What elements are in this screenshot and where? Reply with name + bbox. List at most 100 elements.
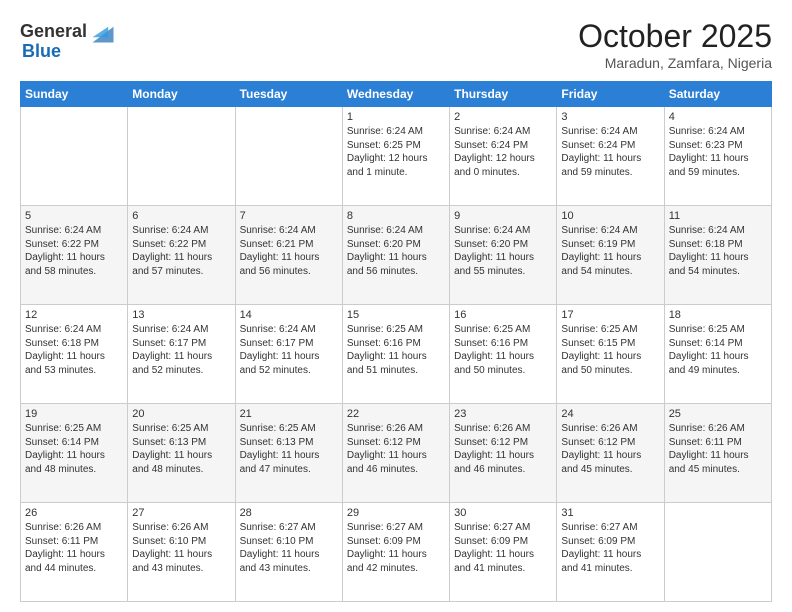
day-info: Sunrise: 6:24 AMSunset: 6:21 PMDaylight:… [240,224,338,278]
table-row: 25 Sunrise: 6:26 AMSunset: 6:11 PMDayligh… [664,404,771,503]
table-row: 21 Sunrise: 6:25 AMSunset: 6:13 PMDayligh… [235,404,342,503]
day-info: Sunrise: 6:25 AMSunset: 6:13 PMDaylight:… [132,422,230,476]
table-row [128,107,235,206]
day-info: Sunrise: 6:24 AMSunset: 6:23 PMDaylight:… [669,125,767,179]
day-number: 29 [347,507,445,519]
day-info: Sunrise: 6:24 AMSunset: 6:20 PMDaylight:… [347,224,445,278]
table-row: 5 Sunrise: 6:24 AMSunset: 6:22 PMDaylight… [21,206,128,305]
table-row: 8 Sunrise: 6:24 AMSunset: 6:20 PMDaylight… [342,206,449,305]
day-number: 13 [132,309,230,321]
day-number: 2 [454,111,552,123]
day-info: Sunrise: 6:26 AMSunset: 6:12 PMDaylight:… [454,422,552,476]
day-number: 24 [561,408,659,420]
day-info: Sunrise: 6:24 AMSunset: 6:22 PMDaylight:… [132,224,230,278]
day-info: Sunrise: 6:26 AMSunset: 6:12 PMDaylight:… [561,422,659,476]
table-row: 17 Sunrise: 6:25 AMSunset: 6:15 PMDayligh… [557,305,664,404]
day-number: 9 [454,210,552,222]
day-number: 31 [561,507,659,519]
col-sunday: Sunday [21,82,128,107]
table-row: 6 Sunrise: 6:24 AMSunset: 6:22 PMDaylight… [128,206,235,305]
day-info: Sunrise: 6:27 AMSunset: 6:09 PMDaylight:… [561,521,659,575]
col-wednesday: Wednesday [342,82,449,107]
day-number: 25 [669,408,767,420]
day-number: 17 [561,309,659,321]
table-row: 20 Sunrise: 6:25 AMSunset: 6:13 PMDayligh… [128,404,235,503]
calendar-week-row: 19 Sunrise: 6:25 AMSunset: 6:14 PMDayligh… [21,404,772,503]
day-number: 26 [25,507,123,519]
day-number: 10 [561,210,659,222]
col-thursday: Thursday [450,82,557,107]
day-number: 30 [454,507,552,519]
calendar-week-row: 26 Sunrise: 6:26 AMSunset: 6:11 PMDayligh… [21,503,772,602]
day-info: Sunrise: 6:24 AMSunset: 6:19 PMDaylight:… [561,224,659,278]
day-number: 6 [132,210,230,222]
day-number: 11 [669,210,767,222]
day-number: 16 [454,309,552,321]
day-info: Sunrise: 6:25 AMSunset: 6:16 PMDaylight:… [347,323,445,377]
table-row: 22 Sunrise: 6:26 AMSunset: 6:12 PMDayligh… [342,404,449,503]
day-info: Sunrise: 6:26 AMSunset: 6:10 PMDaylight:… [132,521,230,575]
day-info: Sunrise: 6:26 AMSunset: 6:11 PMDaylight:… [25,521,123,575]
day-number: 21 [240,408,338,420]
day-info: Sunrise: 6:24 AMSunset: 6:18 PMDaylight:… [669,224,767,278]
day-info: Sunrise: 6:24 AMSunset: 6:24 PMDaylight:… [561,125,659,179]
table-row: 11 Sunrise: 6:24 AMSunset: 6:18 PMDayligh… [664,206,771,305]
day-number: 1 [347,111,445,123]
calendar-week-row: 5 Sunrise: 6:24 AMSunset: 6:22 PMDaylight… [21,206,772,305]
day-info: Sunrise: 6:24 AMSunset: 6:22 PMDaylight:… [25,224,123,278]
table-row: 28Sunrise: 6:27 AMSunset: 6:10 PMDayligh… [235,503,342,602]
logo-general-text: General [20,22,87,42]
col-friday: Friday [557,82,664,107]
logo-blue-text: Blue [22,42,61,62]
table-row: 16Sunrise: 6:25 AMSunset: 6:16 PMDayligh… [450,305,557,404]
table-row: 15 Sunrise: 6:25 AMSunset: 6:16 PMDayligh… [342,305,449,404]
day-number: 19 [25,408,123,420]
table-row: 1 Sunrise: 6:24 AMSunset: 6:25 PMDaylight… [342,107,449,206]
day-info: Sunrise: 6:25 AMSunset: 6:14 PMDaylight:… [669,323,767,377]
day-info: Sunrise: 6:25 AMSunset: 6:15 PMDaylight:… [561,323,659,377]
table-row: 26 Sunrise: 6:26 AMSunset: 6:11 PMDayligh… [21,503,128,602]
table-row: 14Sunrise: 6:24 AMSunset: 6:17 PMDayligh… [235,305,342,404]
day-info: Sunrise: 6:24 AMSunset: 6:18 PMDaylight:… [25,323,123,377]
table-row: 2Sunrise: 6:24 AMSunset: 6:24 PMDaylight… [450,107,557,206]
day-info: Sunrise: 6:26 AMSunset: 6:12 PMDaylight:… [347,422,445,476]
day-number: 7 [240,210,338,222]
table-row: 13 Sunrise: 6:24 AMSunset: 6:17 PMDayligh… [128,305,235,404]
day-number: 15 [347,309,445,321]
table-row: 9 Sunrise: 6:24 AMSunset: 6:20 PMDaylight… [450,206,557,305]
day-number: 8 [347,210,445,222]
calendar-week-row: 12 Sunrise: 6:24 AMSunset: 6:18 PMDayligh… [21,305,772,404]
col-saturday: Saturday [664,82,771,107]
calendar-header-row: Sunday Monday Tuesday Wednesday Thursday… [21,82,772,107]
day-info: Sunrise: 6:24 AMSunset: 6:20 PMDaylight:… [454,224,552,278]
table-row [21,107,128,206]
table-row [664,503,771,602]
calendar-week-row: 1 Sunrise: 6:24 AMSunset: 6:25 PMDaylight… [21,107,772,206]
table-row: 3Sunrise: 6:24 AMSunset: 6:24 PMDaylight… [557,107,664,206]
day-info: Sunrise: 6:24 AMSunset: 6:17 PMDaylight:… [240,323,338,377]
day-number: 22 [347,408,445,420]
calendar-table: Sunday Monday Tuesday Wednesday Thursday… [20,81,772,602]
col-tuesday: Tuesday [235,82,342,107]
header: General Blue October 2025 Maradun, Zamfa… [20,18,772,71]
day-info: Sunrise: 6:24 AMSunset: 6:17 PMDaylight:… [132,323,230,377]
month-title: October 2025 [578,18,772,55]
day-info: Sunrise: 6:25 AMSunset: 6:14 PMDaylight:… [25,422,123,476]
table-row: 31 Sunrise: 6:27 AMSunset: 6:09 PMDayligh… [557,503,664,602]
day-info: Sunrise: 6:25 AMSunset: 6:13 PMDaylight:… [240,422,338,476]
day-number: 27 [132,507,230,519]
title-block: October 2025 Maradun, Zamfara, Nigeria [578,18,772,71]
day-number: 12 [25,309,123,321]
day-info: Sunrise: 6:27 AMSunset: 6:09 PMDaylight:… [454,521,552,575]
day-number: 20 [132,408,230,420]
day-info: Sunrise: 6:26 AMSunset: 6:11 PMDaylight:… [669,422,767,476]
logo: General Blue [20,18,117,62]
table-row: 27 Sunrise: 6:26 AMSunset: 6:10 PMDayligh… [128,503,235,602]
table-row: 10 Sunrise: 6:24 AMSunset: 6:19 PMDayligh… [557,206,664,305]
table-row: 4Sunrise: 6:24 AMSunset: 6:23 PMDaylight… [664,107,771,206]
day-number: 5 [25,210,123,222]
day-info: Sunrise: 6:24 AMSunset: 6:25 PMDaylight:… [347,125,445,179]
table-row: 7 Sunrise: 6:24 AMSunset: 6:21 PMDaylight… [235,206,342,305]
table-row: 12 Sunrise: 6:24 AMSunset: 6:18 PMDayligh… [21,305,128,404]
table-row [235,107,342,206]
